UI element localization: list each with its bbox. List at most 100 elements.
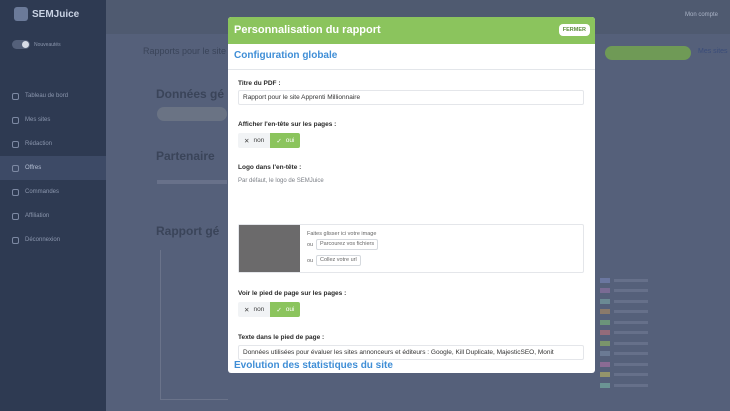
sidebar-item-writing[interactable]: Rédaction (0, 132, 106, 156)
logout-icon (12, 236, 19, 244)
paste-url-input[interactable]: Collez votre url (316, 255, 361, 266)
upload-or-text: ou (307, 242, 314, 248)
legend-row (600, 317, 652, 328)
legend-swatch (600, 277, 610, 283)
legend-text (614, 289, 648, 293)
brand-name: SEMJuice (32, 8, 80, 20)
report-settings-modal: Personnalisation du rapport FERMER Confi… (228, 17, 595, 373)
sidebar-item-label: Offres (25, 165, 42, 171)
legend-text (614, 310, 648, 314)
legend-text (614, 331, 648, 335)
section-divider (228, 69, 595, 70)
no-label: non (253, 306, 265, 313)
modal-title: Personnalisation du rapport (234, 24, 381, 36)
yes-label: oui (285, 137, 295, 144)
legend-row (600, 349, 652, 360)
footer-yes-button[interactable]: ✓ oui (270, 302, 301, 317)
logo-upload-zone[interactable]: Faites glisser ici votre image ou Parcou… (238, 224, 584, 273)
header-no-button[interactable]: ✕ non (238, 133, 271, 148)
main-header: Rapports pour le site (143, 46, 227, 56)
no-label: non (253, 137, 265, 144)
check-icon (12, 164, 19, 172)
data-filter-pill[interactable] (157, 107, 227, 121)
brand-logo[interactable]: SEMJuice (14, 7, 79, 21)
check-icon: ✓ (276, 306, 282, 314)
legend-row (600, 380, 652, 391)
legend-swatch (600, 309, 610, 315)
legend-row (600, 296, 652, 307)
browse-files-button[interactable]: Parcourez vos fichiers (316, 239, 379, 250)
legend-swatch (600, 319, 610, 325)
legend-text (614, 362, 648, 366)
legend-swatch (600, 351, 610, 357)
check-icon: ✓ (276, 137, 282, 145)
legend-swatch (600, 372, 610, 378)
close-button[interactable]: FERMER (558, 24, 590, 36)
legend-row (600, 328, 652, 339)
sidebar-item-orders[interactable]: Commandes (0, 180, 106, 204)
sidebar-item-label: Déconnexion (25, 237, 61, 243)
euro-icon (12, 188, 19, 196)
partner-text (157, 180, 227, 184)
legend-row (600, 307, 652, 318)
footer-toggle: ✕ non ✓ oui (238, 302, 301, 317)
sidebar-item-offers[interactable]: Offres (0, 156, 106, 180)
video-icon (12, 212, 19, 220)
pen-icon (12, 140, 19, 148)
section-title-partner: Partenaire (156, 149, 215, 163)
sidebar-item-sites[interactable]: Mes sites (0, 108, 106, 132)
section-title-data: Données gé (156, 87, 225, 101)
background-legend (600, 275, 652, 391)
footer-text-label: Texte dans le pied de page : (238, 334, 325, 341)
sidebar-item-logout[interactable]: Déconnexion (0, 228, 106, 252)
legend-text (614, 278, 648, 282)
legend-row (600, 275, 652, 286)
sidebar-item-label: Affiliation (25, 213, 50, 219)
news-toggle[interactable] (12, 40, 30, 49)
legend-swatch (600, 382, 610, 388)
stats-section-title: Evolution des statistiques du site (234, 360, 393, 371)
legend-row (600, 286, 652, 297)
legend-swatch (600, 330, 610, 336)
global-config-title: Configuration globale (234, 50, 338, 61)
x-icon: ✕ (244, 137, 250, 145)
legend-text (614, 341, 648, 345)
footer-no-button[interactable]: ✕ non (238, 302, 271, 317)
globe-icon (12, 116, 19, 124)
sidebar-item-affiliation[interactable]: Affiliation (0, 204, 106, 228)
legend-text (614, 373, 648, 377)
logo-preview (239, 225, 300, 272)
user-menu[interactable]: Mon compte (685, 12, 718, 18)
legend-swatch (600, 298, 610, 304)
legend-row (600, 359, 652, 370)
modal-header: Personnalisation du rapport FERMER (228, 17, 595, 44)
header-toggle-label: Afficher l'en-tête sur les pages : (238, 121, 337, 128)
legend-row (600, 370, 652, 381)
legend-text (614, 352, 648, 356)
legend-text (614, 299, 648, 303)
news-toggle-label: Nouveautés (34, 41, 61, 48)
legend-row (600, 338, 652, 349)
logo-label: Logo dans l'en-tête : (238, 164, 302, 171)
background-chart (160, 250, 228, 400)
sidebar-item-label: Rédaction (25, 141, 53, 147)
header-action-button[interactable] (605, 46, 691, 60)
yes-label: oui (285, 306, 295, 313)
upload-drop-text: Faites glisser ici votre image (307, 231, 377, 237)
section-title-report: Rapport gé (156, 224, 220, 238)
header-toggle: ✕ non ✓ oui (238, 133, 301, 148)
legend-text (614, 320, 648, 324)
header-link[interactable]: Mes sites (698, 48, 728, 55)
sidebar-item-dashboard[interactable]: Tableau de bord (0, 84, 106, 108)
sidebar: SEMJuice Nouveautés Tableau de bord Mes … (0, 0, 106, 411)
x-icon: ✕ (244, 306, 250, 314)
legend-swatch (600, 288, 610, 294)
home-icon (12, 92, 19, 100)
header-yes-button[interactable]: ✓ oui (270, 133, 301, 148)
upload-or-text: ou (307, 258, 314, 264)
sidebar-item-label: Commandes (25, 189, 60, 195)
pdf-title-input[interactable]: Rapport pour le site Apprenti Millionnai… (238, 90, 584, 105)
footer-text-input[interactable]: Données utilisées pour évaluer les sites… (238, 345, 584, 360)
legend-text (614, 383, 648, 387)
legend-swatch (600, 361, 610, 367)
